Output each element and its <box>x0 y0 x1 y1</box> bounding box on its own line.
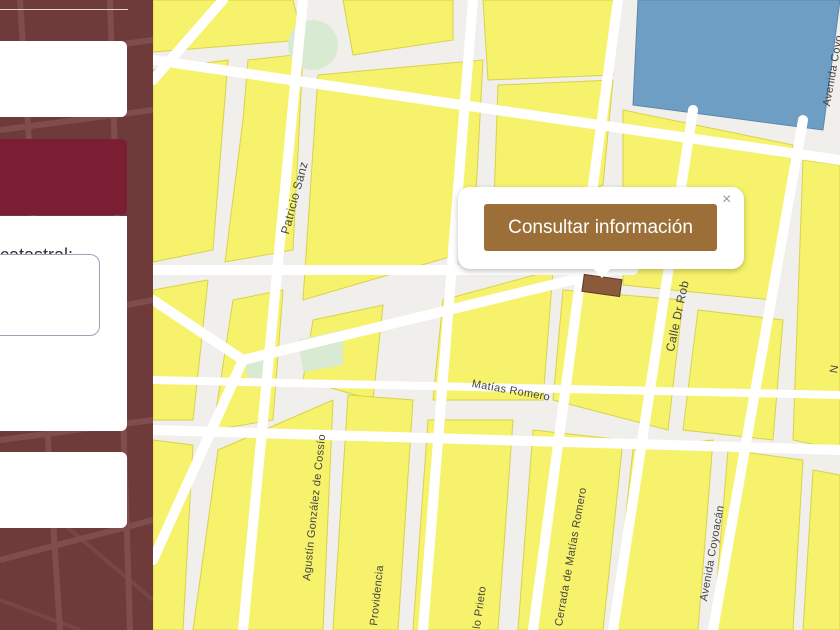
catastral-input[interactable] <box>0 254 100 336</box>
sidebar-panel: catastral: <box>0 0 153 630</box>
sidebar-divider <box>0 9 128 10</box>
sidebar-card-bottom[interactable] <box>0 452 127 528</box>
sidebar-card-top[interactable] <box>0 41 127 117</box>
sidebar-active-tab[interactable] <box>0 139 127 215</box>
consultar-informacion-button[interactable]: Consultar información <box>484 204 717 251</box>
map-view[interactable]: Patricio Sanz Matías Romero Calle Dr Rob… <box>153 0 840 630</box>
close-icon[interactable]: × <box>722 191 731 209</box>
map-canvas[interactable] <box>153 0 840 630</box>
popup-pointer <box>590 265 614 278</box>
